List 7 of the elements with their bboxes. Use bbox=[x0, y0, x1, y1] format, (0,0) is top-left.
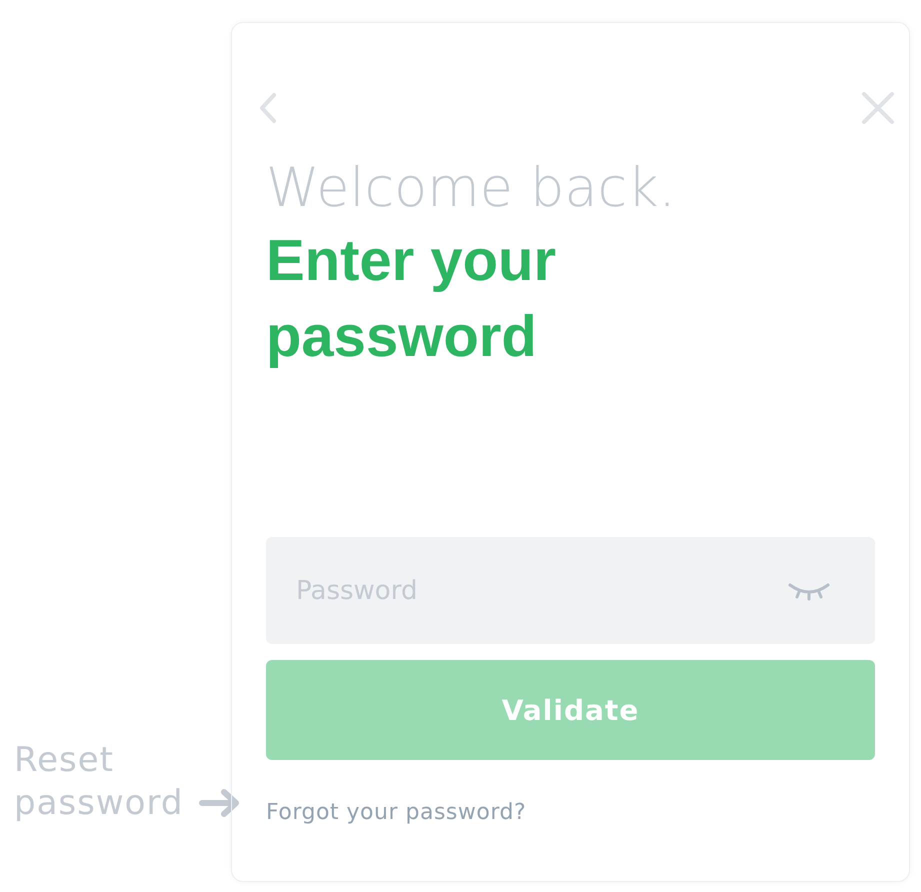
closed-eye-icon[interactable] bbox=[787, 580, 831, 600]
page-title: Enter your password bbox=[266, 227, 558, 371]
close-icon[interactable] bbox=[861, 91, 895, 125]
arrow-icon bbox=[199, 788, 241, 818]
greeting-text: Welcome back. bbox=[266, 155, 677, 221]
forgot-password-link[interactable]: Forgot your password? bbox=[266, 800, 526, 825]
annotation-label: Reset password bbox=[14, 739, 184, 824]
